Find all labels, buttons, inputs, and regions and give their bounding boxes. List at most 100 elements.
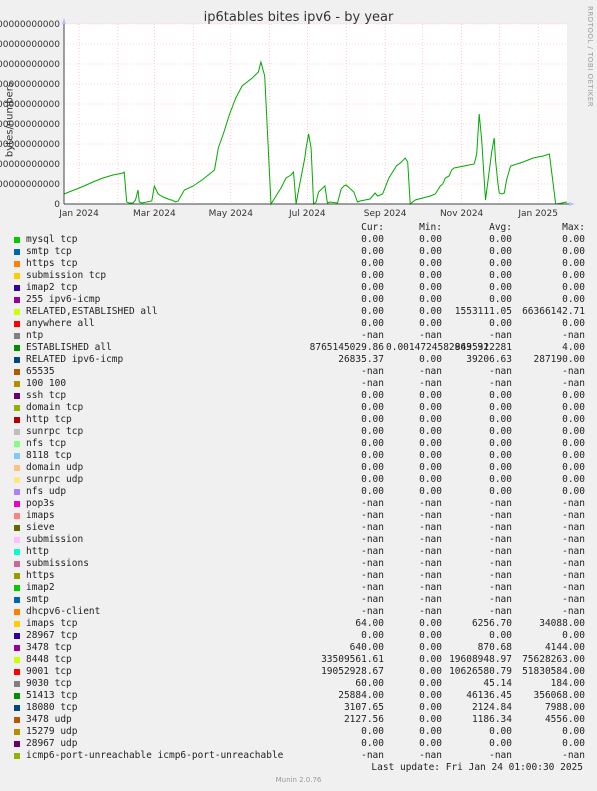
legend-swatch (14, 729, 20, 735)
legend-label: 3478 tcp (26, 642, 72, 653)
legend-row: nfs udp 0.00 0.00 0.00 0.00 (12, 486, 592, 498)
legend-value-avg: 0.00 (489, 486, 512, 497)
legend-row: imap2 tcp 0.00 0.00 0.00 0.00 (12, 282, 592, 294)
y-tick-label: 3000000000000 (0, 140, 60, 150)
legend-swatch (14, 669, 20, 675)
legend-row: smtp -nan -nan -nan -nan (12, 594, 592, 606)
legend-row: nfs tcp 0.00 0.00 0.00 0.00 (12, 438, 592, 450)
x-tick-label: Nov 2024 (440, 209, 484, 219)
legend-label: RELATED ipv6-icmp (26, 354, 124, 365)
legend-label: anywhere all (26, 318, 95, 329)
legend-value-max: 66366142.71 (522, 306, 585, 317)
legend-value-max: 0.00 (562, 258, 585, 269)
legend-value-max: -nan (562, 570, 585, 581)
legend-label: 8448 tcp (26, 654, 72, 665)
legend-value-avg: 0.00 (489, 390, 512, 401)
legend-value-cur: -nan (361, 594, 384, 605)
legend-value-max: 0.00 (562, 282, 585, 293)
legend-row: https -nan -nan -nan -nan (12, 570, 592, 582)
legend-value-cur: 0.00 (361, 234, 384, 245)
legend-value-cur: -nan (361, 522, 384, 533)
legend-label: https tcp (26, 258, 78, 269)
legend-value-max: -nan (562, 510, 585, 521)
legend-label: 28967 udp (26, 738, 78, 749)
legend-swatch (14, 573, 20, 579)
legend-value-cur: 25884.00 (338, 690, 384, 701)
legend-value-cur: 0.00 (361, 414, 384, 425)
legend-label: nfs tcp (26, 438, 67, 449)
legend-label: submissions (26, 558, 89, 569)
legend-value-avg: 0.00 (489, 426, 512, 437)
legend-swatch (14, 477, 20, 483)
legend-value-avg: 8495322281 (454, 342, 512, 353)
legend-row: 9030 tcp 60.00 0.00 45.14 184.00 (12, 678, 592, 690)
legend-value-avg: 0.00 (489, 630, 512, 641)
legend-value-avg: 0.00 (489, 234, 512, 245)
legend-value-cur: 0.00 (361, 402, 384, 413)
legend-swatch (14, 741, 20, 747)
legend-swatch (14, 405, 20, 411)
legend-header-avg: Avg: (489, 222, 512, 233)
x-tick-label: Jan 2024 (58, 209, 99, 219)
legend-label: ssh tcp (26, 390, 67, 401)
legend-value-max: 7988.00 (544, 702, 585, 713)
legend-label: http tcp (26, 414, 72, 425)
legend-value-max: 287190.00 (533, 354, 585, 365)
legend-swatch (14, 549, 20, 555)
legend-label: 8118 tcp (26, 450, 72, 461)
legend-label: sunrpc tcp (26, 426, 84, 437)
legend-row: RELATED,ESTABLISHED all 0.00 0.00 1553111.0… (12, 306, 592, 318)
legend-value-cur: 26835.37 (338, 354, 384, 365)
legend-value-cur: 0.00 (361, 726, 384, 737)
legend-value-avg: 1553111.05 (454, 306, 512, 317)
legend-label: 255 ipv6-icmp (26, 294, 101, 305)
legend-value-max: 0.00 (562, 438, 585, 449)
y-tick-label: 7000000000000 (0, 60, 60, 70)
legend-row: 3478 udp 2127.56 0.00 1186.34 4556.00 (12, 714, 592, 726)
legend-value-avg: -nan (489, 378, 512, 389)
legend-value-max: -nan (562, 546, 585, 557)
legend-value-max: 184.00 (550, 678, 585, 689)
legend-value-cur: -nan (361, 558, 384, 569)
last-update: Last update: Fri Jan 24 01:00:30 2025 (371, 762, 583, 773)
legend-value-cur: 3107.65 (343, 702, 384, 713)
legend-value-cur: 0.00 (361, 426, 384, 437)
legend-value-avg: -nan (489, 594, 512, 605)
legend-swatch (14, 681, 20, 687)
legend-value-avg: -nan (489, 546, 512, 557)
legend-value-cur: -nan (361, 330, 384, 341)
legend-value-avg: 870.68 (477, 642, 512, 653)
legend-value-avg: -nan (489, 750, 512, 761)
legend-label: 15279 udp (26, 726, 78, 737)
legend-label: ntp (26, 330, 44, 341)
legend-label: nfs udp (26, 486, 67, 497)
legend-value-avg: 45.14 (483, 678, 512, 689)
y-tick-label: 1000000000000 (0, 180, 60, 190)
legend-value-avg: 0.00 (489, 450, 512, 461)
legend-value-avg: 0.00 (489, 414, 512, 425)
legend-value-max: 0.00 (562, 234, 585, 245)
legend-value-max: -nan (562, 330, 585, 341)
legend-row: https tcp 0.00 0.00 0.00 0.00 (12, 258, 592, 270)
y-tick-label: 5000000000000 (0, 100, 60, 110)
legend-row: ntp -nan -nan -nan -nan (12, 330, 592, 342)
legend-value-cur: -nan (361, 366, 384, 377)
legend-swatch (14, 453, 20, 459)
legend-value-cur: -nan (361, 378, 384, 389)
legend-label: imap2 tcp (26, 282, 78, 293)
legend-value-cur: -nan (361, 546, 384, 557)
legend-label: 65535 (26, 366, 55, 377)
legend-label: imaps tcp (26, 618, 78, 629)
legend-row: smtp tcp 0.00 0.00 0.00 0.00 (12, 246, 592, 258)
legend-row: dhcpv6-client -nan -nan -nan -nan (12, 606, 592, 618)
legend-value-cur: 0.00 (361, 474, 384, 485)
chart-plot: 0100000000000020000000000003000000000000… (0, 18, 575, 219)
legend-value-cur: 0.00 (361, 246, 384, 257)
legend-row: anywhere all 0.00 0.00 0.00 0.00 (12, 318, 592, 330)
legend-label: 100 100 (26, 378, 67, 389)
legend-swatch (14, 645, 20, 651)
y-tick-label: 6000000000000 (0, 80, 60, 90)
legend-swatch (14, 237, 20, 243)
legend-swatch (14, 417, 20, 423)
legend-value-avg: -nan (489, 570, 512, 581)
